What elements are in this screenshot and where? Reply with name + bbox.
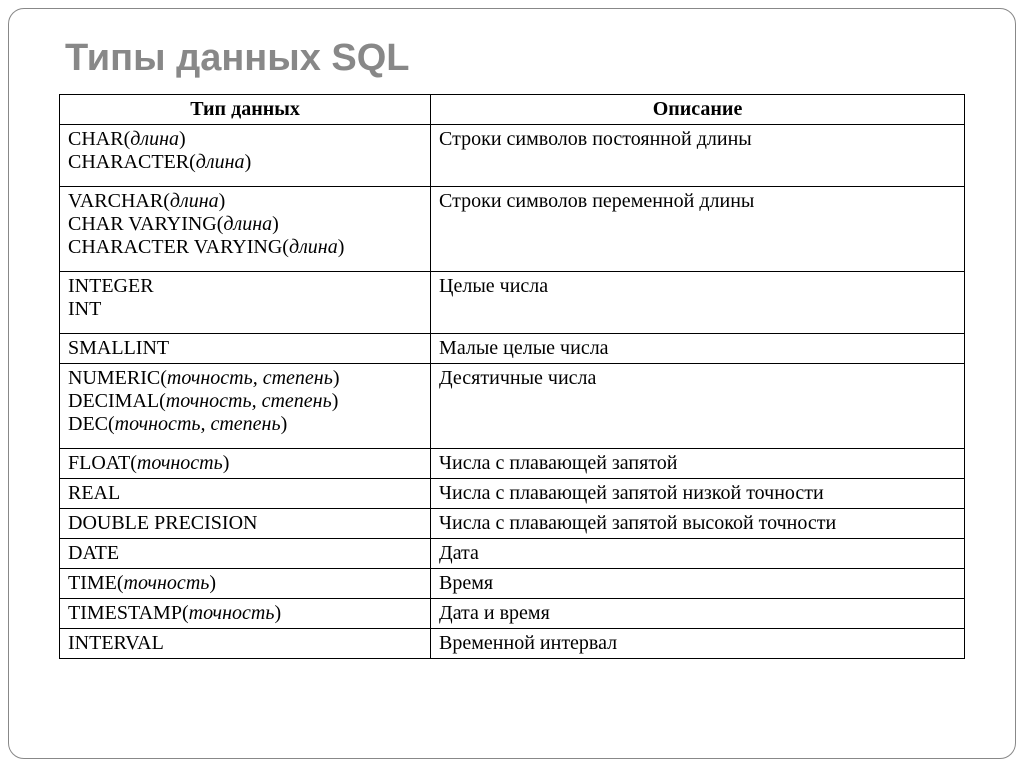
type-cell: INTERVAL <box>60 629 431 659</box>
type-name: TIMESTAMP(точность) <box>68 602 422 625</box>
slide-frame: Типы данных SQL Тип данных Описание CHAR… <box>8 8 1016 759</box>
type-name: FLOAT(точность) <box>68 452 422 475</box>
type-cell: REAL <box>60 479 431 509</box>
description-cell: Числа с плавающей запятой высокой точнос… <box>431 509 965 539</box>
table-row: TIMESTAMP(точность) Дата и время <box>60 599 965 629</box>
page-title: Типы данных SQL <box>65 37 965 80</box>
description-cell: Малые целые числа <box>431 334 965 364</box>
table-row: DOUBLE PRECISION Числа с плавающей запято… <box>60 509 965 539</box>
header-type: Тип данных <box>60 95 431 125</box>
table-row: INTEGERINTЦелые числа <box>60 272 965 334</box>
type-cell: TIME(точность) <box>60 569 431 599</box>
description-cell: Десятичные числа <box>431 364 965 449</box>
type-cell: SMALLINT <box>60 334 431 364</box>
type-name: CHAR VARYING(длина) <box>68 213 422 236</box>
type-name: NUMERIC(точность, степень) <box>68 367 422 390</box>
type-name: INTEGER <box>68 275 422 298</box>
description-cell: Строки символов постоянной длины <box>431 125 965 187</box>
type-cell: DOUBLE PRECISION <box>60 509 431 539</box>
header-description: Описание <box>431 95 965 125</box>
description-cell: Целые числа <box>431 272 965 334</box>
type-name: REAL <box>68 482 422 505</box>
type-cell: CHAR(длина)CHARACTER(длина) <box>60 125 431 187</box>
type-cell: NUMERIC(точность, степень)DECIMAL(точнос… <box>60 364 431 449</box>
table-row: SMALLINT Малые целые числа <box>60 334 965 364</box>
type-cell: DATE <box>60 539 431 569</box>
table-header-row: Тип данных Описание <box>60 95 965 125</box>
type-name: INTERVAL <box>68 632 422 655</box>
type-name: TIME(точность) <box>68 572 422 595</box>
type-name: DEC(точность, степень) <box>68 413 422 436</box>
table-row: INTERVAL Временной интервал <box>60 629 965 659</box>
data-types-table: Тип данных Описание CHAR(длина)CHARACTER… <box>59 94 965 659</box>
type-name: DATE <box>68 542 422 565</box>
table-row: TIME(точность) Время <box>60 569 965 599</box>
description-cell: Строки символов переменной длины <box>431 187 965 272</box>
table-row: FLOAT(точность) Числа с плавающей запятой <box>60 449 965 479</box>
description-cell: Числа с плавающей запятой <box>431 449 965 479</box>
type-name: VARCHAR(длина) <box>68 190 422 213</box>
type-name: DOUBLE PRECISION <box>68 512 422 535</box>
type-name: DECIMAL(точность, степень) <box>68 390 422 413</box>
description-cell: Дата и время <box>431 599 965 629</box>
type-name: SMALLINT <box>68 337 422 360</box>
table-row: VARCHAR(длина)CHAR VARYING(длина)CHARACT… <box>60 187 965 272</box>
description-cell: Временной интервал <box>431 629 965 659</box>
table-row: DATE Дата <box>60 539 965 569</box>
type-name: CHARACTER(длина) <box>68 151 422 174</box>
table-row: REAL Числа с плавающей запятой низкой точ… <box>60 479 965 509</box>
type-cell: TIMESTAMP(точность) <box>60 599 431 629</box>
description-cell: Числа с плавающей запятой низкой точност… <box>431 479 965 509</box>
description-cell: Дата <box>431 539 965 569</box>
type-name: CHARACTER VARYING(длина) <box>68 236 422 259</box>
type-cell: FLOAT(точность) <box>60 449 431 479</box>
type-cell: INTEGERINT <box>60 272 431 334</box>
table-row: NUMERIC(точность, степень)DECIMAL(точнос… <box>60 364 965 449</box>
type-name: CHAR(длина) <box>68 128 422 151</box>
type-name: INT <box>68 298 422 321</box>
type-cell: VARCHAR(длина)CHAR VARYING(длина)CHARACT… <box>60 187 431 272</box>
description-cell: Время <box>431 569 965 599</box>
table-row: CHAR(длина)CHARACTER(длина)Строки символ… <box>60 125 965 187</box>
